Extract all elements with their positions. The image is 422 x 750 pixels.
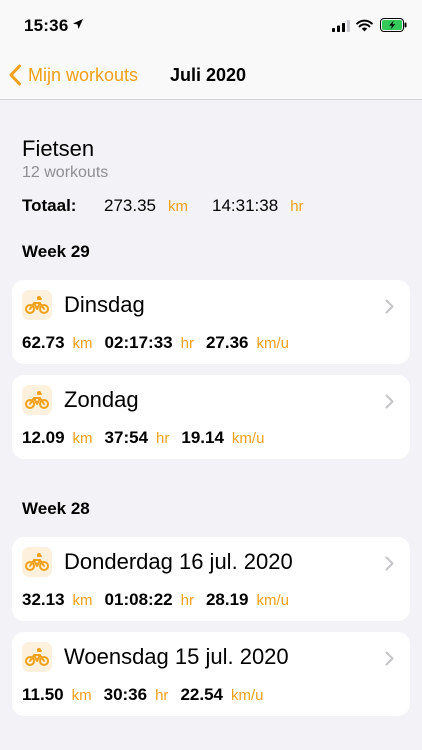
bicycle-icon (22, 290, 52, 320)
bicycle-icon (22, 642, 52, 672)
total-duration-unit: hr (290, 198, 304, 215)
workout-stats: 32.13 km 01:08:22 hr 28.19 km/u (22, 590, 301, 610)
workout-title: Zondag (64, 387, 139, 412)
chevron-left-icon (9, 64, 21, 86)
workout-title: Donderdag 16 jul. 2020 (64, 549, 293, 574)
workout-row[interactable]: Donderdag 16 jul. 2020 32.13 km 01:08:22… (12, 537, 410, 621)
workout-distance: 12.09 (22, 428, 65, 447)
chevron-right-icon (385, 299, 394, 314)
total-distance: 273.35 (104, 196, 156, 215)
workout-distance: 62.73 (22, 333, 65, 352)
bicycle-icon (22, 385, 52, 415)
navigation-bar: Mijn workouts Juli 2020 (0, 52, 422, 98)
status-bar: 15:36 (0, 0, 422, 50)
distance-unit: km (72, 335, 93, 352)
workout-speed: 19.14 (181, 428, 224, 447)
totals-label: Totaal: (22, 196, 77, 215)
month-summary: Fietsen 12 workouts Totaal: 273.35 km 14… (22, 136, 412, 216)
speed-unit: km/u (230, 687, 264, 704)
sport-title: Fietsen (22, 136, 95, 161)
workout-speed: 22.54 (180, 685, 223, 704)
workout-duration: 37:54 (104, 428, 149, 447)
duration-unit: hr (180, 335, 194, 352)
workout-speed: 28.19 (205, 590, 249, 609)
distance-unit: km (72, 592, 93, 609)
back-button-label: Mijn workouts (28, 64, 139, 85)
chevron-right-icon (385, 651, 394, 666)
week-header: Week 29 (22, 242, 90, 261)
workout-title: Woensdag 15 jul. 2020 (64, 644, 289, 669)
top-bar: 15:36 Mijn workouts Juli 2020 (0, 0, 422, 100)
back-button[interactable]: Mijn workouts (8, 60, 138, 90)
workout-row[interactable]: Zondag 12.09 km 37:54 hr 19.14 km/u (12, 375, 410, 459)
total-duration: 14:31:38 (212, 196, 279, 215)
workout-stats: 11.50 km 30:36 hr 22.54 km/u (22, 685, 276, 705)
distance-unit: km (71, 687, 92, 704)
week-header: Week 28 (22, 499, 90, 518)
location-arrow-icon (73, 19, 83, 29)
totals-row: Totaal: 273.35 km 14:31:38 hr (22, 196, 412, 216)
workout-duration: 30:36 (103, 685, 148, 704)
workout-stats: 62.73 km 02:17:33 hr 27.36 km/u (22, 333, 301, 353)
page-title: Juli 2020 (170, 65, 247, 85)
workout-speed: 27.36 (205, 333, 249, 352)
duration-unit: hr (156, 430, 170, 447)
chevron-right-icon (385, 394, 394, 409)
distance-unit: km (72, 430, 93, 447)
chevron-right-icon (385, 556, 394, 571)
workout-stats: 12.09 km 37:54 hr 19.14 km/u (22, 428, 276, 448)
cellular-signal-icon (332, 20, 350, 32)
workout-title: Dinsdag (64, 292, 145, 317)
workout-distance: 11.50 (22, 685, 64, 704)
speed-unit: km/u (256, 592, 290, 609)
duration-unit: hr (155, 687, 169, 704)
total-distance-unit: km (168, 198, 188, 215)
battery-charging-icon (380, 18, 407, 32)
workout-distance: 32.13 (22, 590, 65, 609)
workout-row[interactable]: Woensdag 15 jul. 2020 11.50 km 30:36 hr … (12, 632, 410, 716)
workout-count: 12 workouts (22, 164, 109, 181)
workout-duration: 01:08:22 (104, 590, 173, 609)
wifi-icon (356, 19, 373, 32)
bicycle-icon (22, 547, 52, 577)
workout-duration: 02:17:33 (104, 333, 173, 352)
status-time: 15:36 (24, 16, 69, 35)
speed-unit: km/u (256, 335, 290, 352)
duration-unit: hr (180, 592, 194, 609)
speed-unit: km/u (231, 430, 265, 447)
workout-row[interactable]: Dinsdag 62.73 km 02:17:33 hr 27.36 km/u (12, 280, 410, 364)
